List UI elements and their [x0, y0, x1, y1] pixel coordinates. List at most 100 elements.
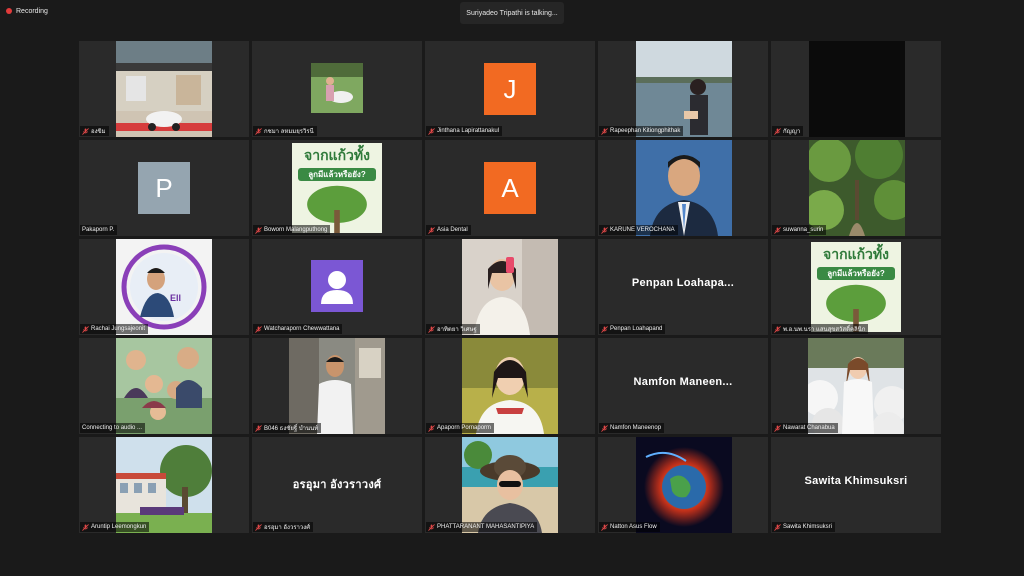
participant-name-label: พ.อ.นพ.นรา แสนสุขสวัสดิ์คลินิก	[772, 324, 869, 334]
muted-mic-icon	[601, 325, 608, 333]
participant-tile[interactable]: Nawarat Chanabua	[771, 338, 941, 434]
poster-subtitle: ลูกมีแล้วหรือยัง?	[817, 267, 895, 280]
participant-tile[interactable]: Ell Rachai Jungsajeonit	[79, 239, 249, 335]
participant-name: Rachai Jungsajeonit	[91, 326, 146, 332]
participant-tile[interactable]: J Jinthana Lapirattanakul	[425, 41, 595, 137]
muted-mic-icon	[255, 523, 262, 531]
participant-name: Asia Dental	[437, 227, 468, 233]
participant-name: Nawarat Chanabua	[783, 425, 835, 431]
participant-tile[interactable]: อรอุมา อังวราวงศ์ อรอุมา อังวราวงศ์	[252, 437, 422, 533]
participant-name-label: Aruntip Leemongkun	[80, 522, 150, 532]
participant-avatar: J	[484, 63, 536, 115]
participant-avatar: P	[138, 162, 190, 214]
muted-mic-icon	[428, 226, 435, 234]
participant-name-label: กัญญา	[772, 126, 804, 136]
participant-video	[809, 140, 905, 236]
muted-mic-icon	[601, 127, 608, 135]
participant-tile[interactable]: Rapeephan Kitiongphithak	[598, 41, 768, 137]
participant-video	[636, 140, 732, 236]
participant-tile[interactable]: B046 ธงชัยฐิ์ บำนนท์	[252, 338, 422, 434]
participant-video: จากแก้วทั้ง ลูกมีแล้วหรือยัง?	[292, 143, 382, 233]
participant-name-label: อรอุมา อังวราวงศ์	[253, 522, 314, 532]
avatar-initial: J	[503, 73, 517, 104]
participant-tile[interactable]: กชมา ลหมมยฺรวิรนี	[252, 41, 422, 137]
participant-tile[interactable]: จากแก้วทั้ง ลูกมีแล้วหรือยัง? Boworn Mal…	[252, 140, 422, 236]
participant-video	[116, 338, 212, 434]
participant-name: Penpan Loahapand	[610, 326, 663, 332]
participant-name: Namfon Maneenop	[610, 425, 662, 431]
participant-name-label: B046 ธงชัยฐิ์ บำนนท์	[253, 423, 322, 433]
video-gallery: องขิม กชมา ลหมมยฺรวิรนี J Jinthana Lapir…	[79, 41, 941, 533]
participant-video	[636, 437, 732, 533]
muted-mic-icon	[601, 523, 608, 531]
participant-display-name: Penpan Loahapa...	[631, 277, 735, 289]
participant-name-label: Rapeephan Kitiongphithak	[599, 126, 684, 136]
muted-mic-icon	[255, 424, 262, 432]
participant-name-label: Nawarat Chanabua	[772, 423, 838, 433]
participant-name-label: PHATTARANANT MAHASANTIPIYA	[426, 522, 538, 532]
participant-name-label: กชมา ลหมมยฺรวิรนี	[253, 126, 317, 136]
participant-video	[116, 41, 212, 137]
active-speaker-text: Suriyadeo Tripathi is talking...	[466, 9, 558, 17]
participant-video	[462, 239, 558, 335]
svg-text:Ell: Ell	[170, 293, 181, 303]
participant-tile[interactable]: Aruntip Leemongkun	[79, 437, 249, 533]
participant-name: พ.อ.นพ.นรา แสนสุขสวัสดิ์คลินิก	[783, 327, 866, 333]
participant-tile[interactable]: Namfon Maneen... Namfon Maneenop	[598, 338, 768, 434]
participant-name: Watcharaporn Chewwattana	[264, 326, 340, 332]
participant-name: Pakaporn P.	[82, 227, 115, 233]
participant-name-label: Boworn Malangputhong	[253, 225, 331, 235]
participant-name-label: Sawita Khimsuksri	[772, 522, 836, 532]
participant-name-label: Apaporn Pornaporm	[426, 423, 495, 433]
participant-name: Sawita Khimsuksri	[783, 524, 833, 530]
poster-subtitle: ลูกมีแล้วหรือยัง?	[298, 168, 376, 181]
participant-tile[interactable]: suwanna_surin	[771, 140, 941, 236]
participant-name: Connecting to audio ...	[82, 425, 143, 431]
participant-tile[interactable]: Natton Asus Flow	[598, 437, 768, 533]
participant-name: องขิม	[91, 129, 106, 135]
participant-name-label: KARUNE VEROCHANA	[599, 225, 678, 235]
participant-name: อาทิตยา วิเศษฐ	[437, 327, 477, 333]
participant-display-name: Sawita Khimsuksri	[804, 475, 908, 487]
muted-mic-icon	[601, 226, 608, 234]
avatar-initial: P	[155, 172, 173, 203]
participant-tile[interactable]: P Pakaporn P.	[79, 140, 249, 236]
participant-tile[interactable]: กัญญา	[771, 41, 941, 137]
muted-mic-icon	[428, 325, 435, 333]
participant-tile[interactable]: จากแก้วทั้ง ลูกมีแล้วหรือยัง? พ.อ.นพ.นรา…	[771, 239, 941, 335]
participant-tile[interactable]: KARUNE VEROCHANA	[598, 140, 768, 236]
muted-mic-icon	[774, 127, 781, 135]
participant-tile[interactable]: Sawita Khimsuksri Sawita Khimsuksri	[771, 437, 941, 533]
participant-video	[311, 63, 363, 113]
muted-mic-icon	[82, 523, 89, 531]
participant-tile[interactable]: PHATTARANANT MAHASANTIPIYA	[425, 437, 595, 533]
participant-tile[interactable]: อาทิตยา วิเศษฐ	[425, 239, 595, 335]
active-speaker-banner: Suriyadeo Tripathi is talking...	[460, 2, 564, 24]
participant-display-name: อรอุมา อังวราวงศ์	[292, 479, 382, 491]
muted-mic-icon	[428, 523, 435, 531]
participant-tile[interactable]: A Asia Dental	[425, 140, 595, 236]
participant-name: กชมา ลหมมยฺรวิรนี	[264, 129, 314, 135]
muted-mic-icon	[601, 424, 608, 432]
participant-tile[interactable]: องขิม	[79, 41, 249, 137]
participant-tile[interactable]: Penpan Loahapa... Penpan Loahapand	[598, 239, 768, 335]
participant-video	[462, 437, 558, 533]
participant-name-label: Namfon Maneenop	[599, 423, 665, 433]
participant-video	[289, 338, 385, 434]
participant-name: suwanna_surin	[783, 227, 824, 233]
participant-name: Apaporn Pornaporm	[437, 425, 492, 431]
participant-name-label: Jinthana Lapirattanakul	[426, 126, 503, 136]
muted-mic-icon	[82, 325, 89, 333]
participant-tile[interactable]: Watcharaporn Chewwattana	[252, 239, 422, 335]
participant-name-label: Watcharaporn Chewwattana	[253, 324, 343, 334]
participant-video	[462, 338, 558, 434]
participant-name: กัญญา	[783, 129, 801, 135]
participant-tile[interactable]: Apaporn Pornaporm	[425, 338, 595, 434]
participant-name: Boworn Malangputhong	[264, 227, 328, 233]
participant-video: จากแก้วทั้ง ลูกมีแล้วหรือยัง?	[811, 242, 901, 332]
default-user-icon	[321, 271, 353, 304]
participant-tile[interactable]: Connecting to audio ...	[79, 338, 249, 434]
muted-mic-icon	[428, 424, 435, 432]
participant-video: Ell	[116, 239, 212, 335]
participant-video	[636, 41, 732, 137]
